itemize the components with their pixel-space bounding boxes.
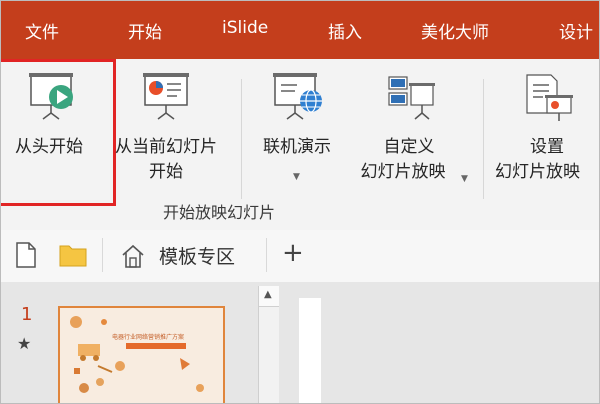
custom-show-label-1: 自定义 — [383, 137, 435, 157]
tab-insert[interactable]: 插入 — [328, 18, 362, 43]
ribbon-tab-bar: 文件 开始 iSlide 插入 美化大师 设计 — [1, 1, 599, 59]
animation-star-icon: ★ — [17, 334, 32, 353]
tab-beautify-master[interactable]: 美化大师 — [421, 18, 489, 43]
highlight-box — [1, 59, 116, 206]
workspace: 1 ★ 电器行业网络营销推广方案 ▲ — [1, 282, 599, 403]
ribbon-panel: 从头开始 从当前幻灯片 开始 联机演示 ▼ 自定义 幻灯片放映 ▼ 设置 幻灯片… — [1, 59, 599, 231]
thumbnail-subtitle-bar — [126, 343, 186, 349]
online-present-button[interactable]: 联机演示 ▼ — [249, 71, 345, 191]
setup-show-icon — [526, 74, 573, 121]
custom-show-icon — [388, 76, 435, 120]
slide-number: 1 — [21, 304, 33, 325]
new-file-icon[interactable] — [15, 242, 37, 268]
template-zone-tab[interactable]: 模板专区 — [103, 230, 266, 282]
toolbar-separator — [266, 238, 267, 272]
dropdown-arrow-icon[interactable]: ▼ — [293, 165, 300, 189]
tab-file[interactable]: 文件 — [25, 18, 59, 43]
slide-canvas-edge — [299, 298, 321, 403]
custom-slide-show-button[interactable]: 自定义 幻灯片放映 ▼ — [345, 71, 473, 191]
projector-slide-icon — [143, 73, 189, 120]
group-label-start-slideshow: 开始放映幻灯片 — [163, 203, 276, 222]
scroll-up-button[interactable]: ▲ — [259, 286, 279, 307]
thumbnail-graphics — [70, 316, 204, 393]
quick-toolbar: 模板专区 + — [1, 230, 599, 283]
setup-show-label-1: 设置 — [530, 137, 564, 157]
home-icon — [122, 244, 144, 268]
ribbon-separator — [241, 79, 242, 199]
from-current-slide-label-2: 开始 — [149, 162, 183, 182]
folder-icon[interactable] — [59, 243, 87, 267]
dropdown-arrow-icon[interactable]: ▼ — [461, 167, 468, 191]
tab-home[interactable]: 开始 — [128, 18, 162, 43]
app-window: 文件 开始 iSlide 插入 美化大师 设计 从头开始 从当前幻灯片 开始 联… — [0, 0, 600, 404]
projector-globe-icon — [273, 73, 322, 120]
slide-editing-canvas[interactable] — [279, 282, 599, 403]
thumbnail-title: 电器行业网络营销推广方案 — [112, 334, 185, 341]
slide-thumbnail[interactable]: 电器行业网络营销推广方案 — [58, 306, 225, 403]
from-current-slide-button[interactable]: 从当前幻灯片 开始 — [101, 71, 231, 191]
from-current-slide-label-1: 从当前幻灯片 — [115, 137, 217, 157]
setup-slide-show-button[interactable]: 设置 幻灯片放映 — [491, 71, 599, 191]
add-tab-button[interactable]: + — [282, 238, 304, 268]
ribbon-separator — [483, 79, 484, 199]
template-zone-label: 模板专区 — [159, 246, 236, 268]
custom-show-label-2: 幻灯片放映 — [360, 162, 446, 182]
setup-show-label-2: 幻灯片放映 — [495, 162, 580, 182]
online-present-label: 联机演示 — [263, 137, 331, 157]
slide-panel-scrollbar[interactable]: ▲ — [258, 286, 280, 403]
tab-design[interactable]: 设计 — [559, 18, 593, 43]
tab-islide[interactable]: iSlide — [222, 18, 268, 38]
scroll-up-arrow-icon: ▲ — [264, 289, 272, 300]
